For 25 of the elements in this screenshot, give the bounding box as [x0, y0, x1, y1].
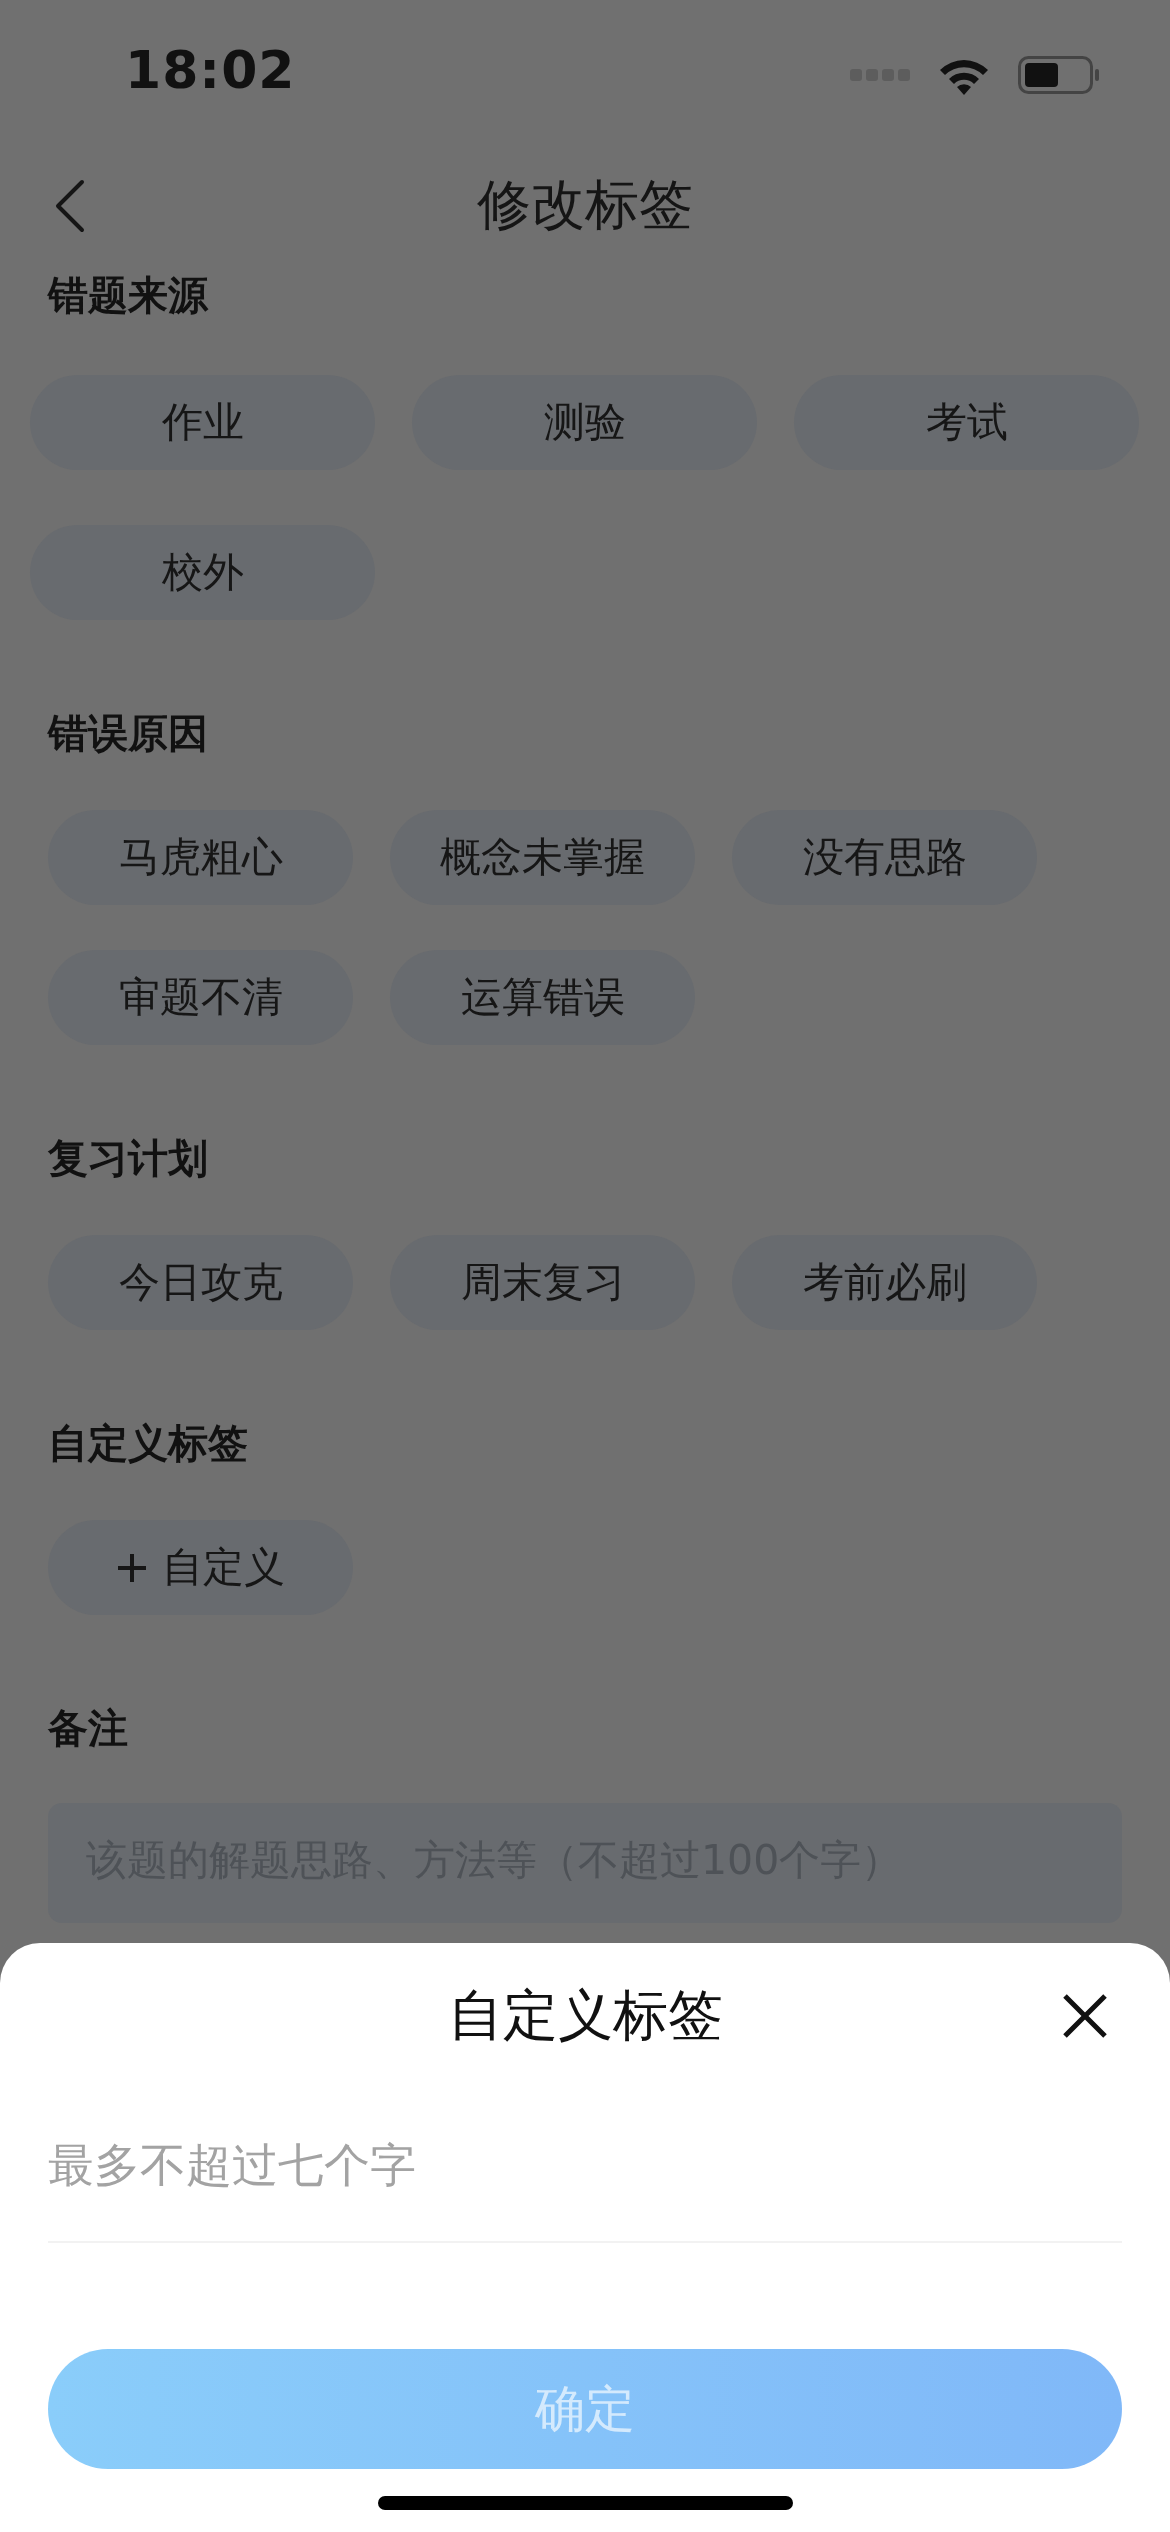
- status-time: 18:02: [125, 40, 296, 100]
- page-title: 修改标签: [477, 171, 693, 238]
- battery-icon: [1018, 56, 1100, 94]
- sheet-title: 自定义标签: [447, 1981, 723, 2049]
- section-title: 自定义标签: [48, 1419, 249, 1468]
- close-button[interactable]: [1062, 1993, 1108, 2039]
- tag-chip[interactable]: 概念未掌握: [390, 810, 695, 905]
- tag-chip[interactable]: 审题不清: [48, 950, 353, 1045]
- plus-icon: [116, 1551, 148, 1584]
- close-icon: [1062, 1993, 1108, 2039]
- section-title: 错误原因: [48, 709, 209, 758]
- tag-chip[interactable]: 今日攻克: [48, 1235, 353, 1330]
- tag-chip[interactable]: 周末复习: [390, 1235, 695, 1330]
- tag-chip[interactable]: 考前必刷: [732, 1235, 1037, 1330]
- section-title: 错题来源: [48, 271, 210, 320]
- tag-chip[interactable]: 考试: [794, 375, 1139, 470]
- tag-chip[interactable]: 测验: [412, 375, 757, 470]
- tag-chip[interactable]: 校外: [30, 525, 375, 620]
- section-title: 备注: [48, 1704, 129, 1753]
- section-title: 复习计划: [48, 1134, 209, 1183]
- tag-chip[interactable]: 马虎粗心: [48, 810, 353, 905]
- tag-chip[interactable]: 运算错误: [390, 950, 695, 1045]
- tag-chip[interactable]: 没有思路: [732, 810, 1037, 905]
- tag-chip[interactable]: 作业: [30, 375, 375, 470]
- add-tag-button[interactable]: 自定义: [48, 1520, 353, 1615]
